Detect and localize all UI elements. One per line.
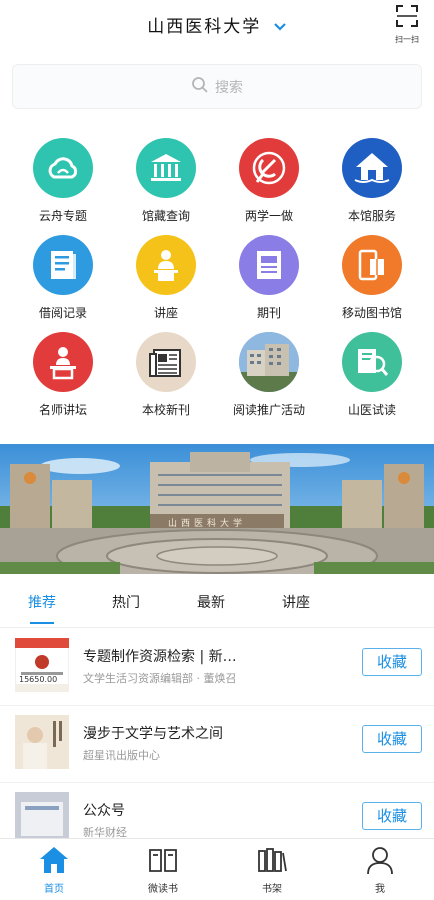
- grid-item-label: 讲座: [153, 306, 178, 320]
- grid-item-label: 阅读推广活动: [232, 403, 305, 417]
- nav-label: 我: [375, 884, 385, 895]
- grid-item-label: 两学一做: [244, 209, 293, 223]
- tab-active-indicator: [30, 622, 54, 624]
- list-item-title: 专题制作资源检索 | 新…: [83, 649, 237, 665]
- search-icon: [191, 76, 215, 98]
- content-tabs: 推荐 热门 最新 讲座: [0, 586, 434, 628]
- grid-item-mobile-library[interactable]: 移动图书馆: [318, 235, 426, 321]
- grid-item-collection-search[interactable]: 馆藏查询: [112, 138, 220, 224]
- grid-item-label: 馆藏查询: [141, 209, 190, 223]
- building-photo-icon: [239, 332, 299, 392]
- grid-item-label: 云舟专题: [38, 209, 87, 223]
- podium-icon: [33, 332, 93, 392]
- collect-button[interactable]: 收藏: [362, 725, 422, 753]
- grid-item-label: 本校新刊: [141, 403, 190, 417]
- home-service-icon: [342, 138, 402, 198]
- book-record-icon: [33, 235, 93, 295]
- nav-label: 首页: [44, 884, 64, 895]
- campus-selector[interactable]: 山西医科大学: [0, 12, 434, 37]
- scan-label: 扫一扫: [395, 35, 419, 44]
- grid-item-label: 本馆服务: [347, 209, 396, 223]
- list-item-subtitle: 文学生活习资源编辑部 · 董焕召: [83, 672, 237, 685]
- scan-button[interactable]: 扫一扫: [392, 4, 422, 44]
- grid-item-topics[interactable]: 云舟专题: [9, 138, 117, 224]
- grid-item-reading-promotion[interactable]: 阅读推广活动: [215, 332, 323, 418]
- scan-icon: [395, 5, 419, 32]
- grid-item-journal[interactable]: 期刊: [215, 235, 323, 321]
- tab-lecture[interactable]: 讲座: [282, 592, 310, 612]
- trial-read-icon: [342, 332, 402, 392]
- nav-bookshelf[interactable]: 书架: [237, 845, 307, 895]
- grid-item-label: 期刊: [256, 306, 281, 320]
- collect-button[interactable]: 收藏: [362, 802, 422, 830]
- grid-item-borrow-record[interactable]: 借阅记录: [9, 235, 117, 321]
- thumbnail-price: 15650.00: [19, 675, 58, 684]
- tab-hot[interactable]: 热门: [112, 592, 140, 612]
- header: 山西医科大学 扫一扫: [0, 0, 434, 50]
- party-emblem-icon: [239, 138, 299, 198]
- bookshelf-icon: [256, 848, 288, 879]
- grid-item-label: 移动图书馆: [341, 306, 402, 320]
- journal-icon: [239, 235, 299, 295]
- search-placeholder: 搜索: [215, 79, 243, 96]
- grid-item-lecture[interactable]: 讲座: [112, 235, 220, 321]
- nav-label: 书架: [262, 884, 282, 895]
- newspaper-icon: [136, 332, 196, 392]
- list-item-title: 公众号: [83, 803, 125, 819]
- page-title: 山西医科大学: [147, 17, 262, 37]
- grid-item-school-paper[interactable]: 本校新刊: [112, 332, 220, 418]
- museum-icon: [136, 138, 196, 198]
- list-item-title: 漫步于文学与艺术之间: [83, 726, 223, 742]
- grid-item-label: 借阅记录: [38, 306, 87, 320]
- tab-latest[interactable]: 最新: [197, 592, 225, 612]
- user-icon: [364, 847, 396, 879]
- tab-recommend[interactable]: 推荐: [28, 592, 56, 612]
- grid-item-label: 名师讲坛: [38, 403, 87, 417]
- list-item-subtitle: 超星讯出版中心: [83, 749, 160, 762]
- nav-home[interactable]: 首页: [19, 845, 89, 895]
- list-item-thumbnail: 15650.00: [15, 638, 69, 692]
- chevron-down-icon: [273, 17, 287, 37]
- collect-button[interactable]: 收藏: [362, 648, 422, 676]
- grid-item-library-service[interactable]: 本馆服务: [318, 138, 426, 224]
- grid-item-famous-teacher[interactable]: 名师讲坛: [9, 332, 117, 418]
- campus-banner[interactable]: 山西医科大学: [0, 444, 434, 574]
- grid-item-trial-read[interactable]: 山医试读: [318, 332, 426, 418]
- grid-item-two-studies[interactable]: 两学一做: [215, 138, 323, 224]
- list-item[interactable]: 15650.00 专题制作资源检索 | 新… 文学生活习资源编辑部 · 董焕召 …: [0, 630, 434, 706]
- grid-item-label: 山医试读: [347, 403, 396, 417]
- home-icon: [38, 847, 70, 879]
- mobile-library-icon: [342, 235, 402, 295]
- list-item[interactable]: 漫步于文学与艺术之间 超星讯出版中心 收藏: [0, 707, 434, 783]
- nav-micro-reading[interactable]: 微读书: [128, 845, 198, 895]
- open-book-icon: [147, 849, 179, 879]
- lecture-icon: [136, 235, 196, 295]
- search-input[interactable]: 搜索: [12, 64, 422, 109]
- bottom-navigation: 首页 微读书 书架 我: [0, 838, 434, 900]
- banner-sign-text: 山西医科大学: [168, 519, 247, 529]
- nav-label: 微读书: [148, 884, 178, 895]
- cloud-icon: [33, 138, 93, 198]
- nav-me[interactable]: 我: [345, 845, 415, 895]
- list-item-thumbnail: [15, 715, 69, 769]
